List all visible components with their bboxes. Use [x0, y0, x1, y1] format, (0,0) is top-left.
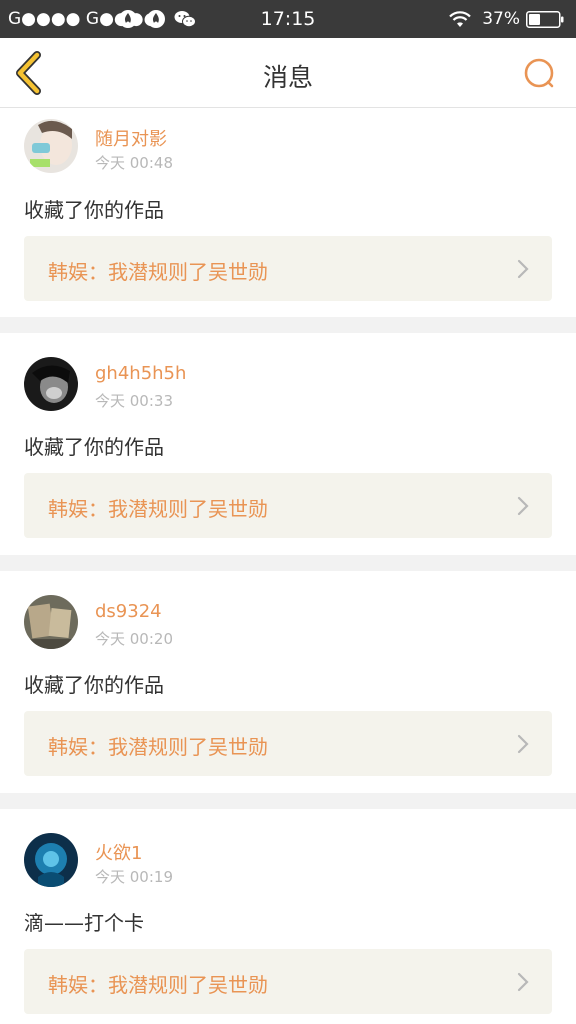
work-title: 韩娱：我潜规则了吴世勋: [48, 260, 268, 284]
message-text: 滴——打个卡: [24, 911, 144, 935]
chevron-right-icon: [517, 259, 529, 279]
avatar[interactable]: [24, 119, 78, 173]
status-bar: G●●●● G●●●● 17:15 37%: [0, 0, 576, 38]
work-link-card[interactable]: 韩娱：我潜规则了吴世勋: [24, 711, 552, 776]
list-item: ds9324 今天 00:20 收藏了你的作品 韩娱：我潜规则了吴世勋: [0, 571, 576, 793]
message-text: 收藏了你的作品: [24, 435, 164, 459]
battery-percent: 37%: [482, 9, 520, 29]
avatar-image: [24, 595, 78, 649]
divider: [0, 317, 576, 333]
avatar[interactable]: [24, 357, 78, 411]
work-link-card[interactable]: 韩娱：我潜规则了吴世勋: [24, 949, 552, 1014]
battery-icon: [526, 11, 564, 28]
message-text: 收藏了你的作品: [24, 198, 164, 222]
username[interactable]: 火欲1: [95, 839, 142, 865]
divider: [0, 793, 576, 809]
timestamp: 今天 00:33: [95, 392, 173, 410]
wifi-icon: [449, 11, 471, 27]
work-title: 韩娱：我潜规则了吴世勋: [48, 973, 268, 997]
nav-bar: 消息: [0, 38, 576, 108]
message-text: 收藏了你的作品: [24, 673, 164, 697]
list-item: 随月对影 今天 00:48 收藏了你的作品 韩娱：我潜规则了吴世勋: [0, 109, 576, 317]
chevron-right-icon: [517, 734, 529, 754]
timestamp: 今天 00:20: [95, 630, 173, 648]
timestamp: 今天 00:48: [95, 154, 173, 172]
timestamp: 今天 00:19: [95, 868, 173, 886]
avatar-image: [24, 357, 78, 411]
username[interactable]: ds9324: [95, 601, 162, 622]
avatar-image: [24, 833, 78, 887]
chevron-right-icon: [517, 496, 529, 516]
avatar-image: [24, 119, 78, 173]
avatar[interactable]: [24, 833, 78, 887]
chevron-right-icon: [517, 972, 529, 992]
search-button[interactable]: [520, 54, 560, 94]
divider: [0, 555, 576, 571]
work-title: 韩娱：我潜规则了吴世勋: [48, 735, 268, 759]
work-link-card[interactable]: 韩娱：我潜规则了吴世勋: [24, 236, 552, 301]
avatar[interactable]: [24, 595, 78, 649]
username[interactable]: 随月对影: [95, 125, 167, 151]
username[interactable]: gh4h5h5h: [95, 363, 186, 384]
page-title: 消息: [262, 63, 313, 92]
work-link-card[interactable]: 韩娱：我潜规则了吴世勋: [24, 473, 552, 538]
work-title: 韩娱：我潜规则了吴世勋: [48, 497, 268, 521]
list-item: gh4h5h5h 今天 00:33 收藏了你的作品 韩娱：我潜规则了吴世勋: [0, 333, 576, 555]
list-item: 火欲1 今天 00:19 滴——打个卡 韩娱：我潜规则了吴世勋: [0, 809, 576, 1024]
search-icon: [524, 58, 554, 88]
